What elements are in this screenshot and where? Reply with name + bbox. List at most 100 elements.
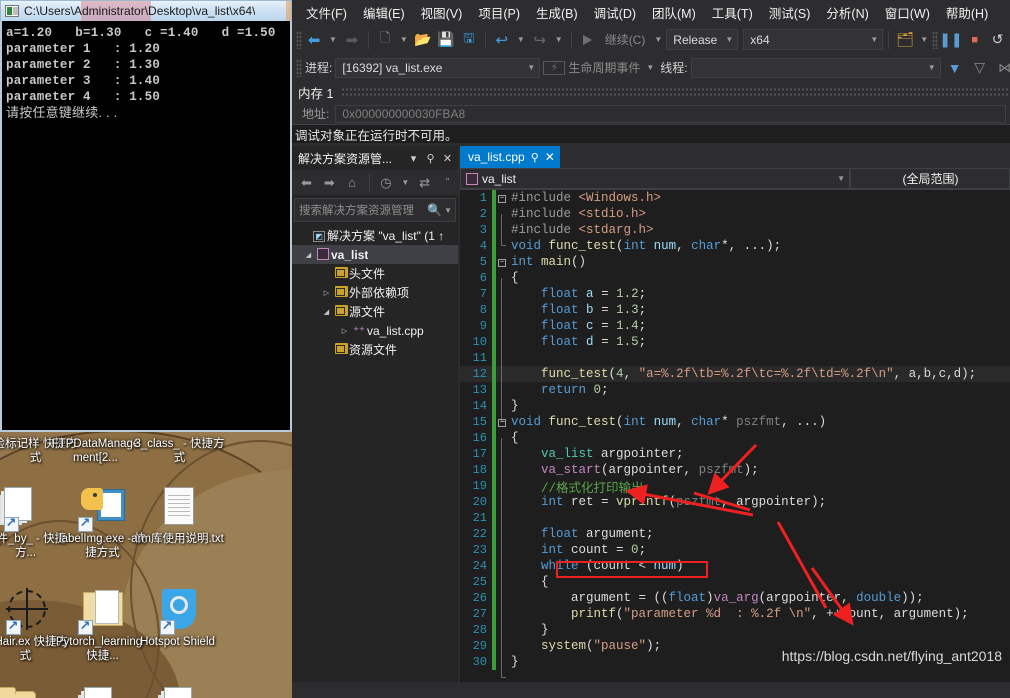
navigate-forward-icon[interactable]: ➡ <box>341 29 363 51</box>
desktop-icon[interactable]: arm库使用说明.txt <box>130 485 225 546</box>
code-line[interactable]: 12 func_test(4, "a=%.2f\tb=%.2f\tc=%.2f\… <box>460 366 1010 390</box>
attach-process-icon[interactable]: 🗂 <box>894 29 916 51</box>
tab-va-list-cpp[interactable]: va_list.cpp ⚲ ✕ <box>460 146 560 168</box>
expander-icon[interactable]: ▷ <box>338 327 351 335</box>
configuration-combo[interactable]: Release ▼ <box>666 29 739 50</box>
restart-icon[interactable]: ↺ <box>987 29 1009 51</box>
code-line[interactable]: 27 printf("parameter %d : %.2f \n", ++co… <box>460 606 1010 630</box>
platform-combo[interactable]: x64 ▼ <box>743 29 884 50</box>
code-line[interactable]: 17 va_list argpointer; <box>460 446 1010 470</box>
chevron-down-icon[interactable]: ▼ <box>326 35 340 44</box>
home-icon[interactable]: ⌂ <box>342 173 363 193</box>
tree-item-project[interactable]: ◢ va_list <box>292 245 458 264</box>
code-line[interactable]: 9 float c = 1.4; <box>460 318 1010 342</box>
address-input[interactable]: 0x000000000030FBA8 <box>335 104 1006 123</box>
code-line[interactable]: 15− void func_test(int num, char* pszfmt,… <box>460 414 1010 430</box>
break-all-icon[interactable]: ❚❚ <box>939 29 962 51</box>
code-surface[interactable]: 1− #include <Windows.h> 2 #include <stdio.h… <box>460 190 1010 682</box>
thread-combo[interactable]: ▼ <box>690 57 941 78</box>
code-line[interactable]: 24 while (count < num) <box>460 558 1010 582</box>
collapse-icon[interactable]: − <box>496 193 508 203</box>
code-line[interactable]: 19 //格式化打印输出 <box>460 478 1010 502</box>
chevron-down-icon[interactable]: ▼ <box>643 63 657 72</box>
toolbar-grip[interactable] <box>932 30 939 49</box>
toolbar-grip[interactable] <box>296 30 302 49</box>
code-line[interactable]: 23 int count = 0; <box>460 542 1010 566</box>
code-line[interactable]: 3 #include <stdarg.h> <box>460 222 1010 246</box>
overflow-icon[interactable]: ” <box>437 173 458 193</box>
menu-item-edit[interactable]: 编辑(E) <box>355 0 413 25</box>
lifecycle-events-icon[interactable]: ⚡ <box>543 60 566 75</box>
navigate-back-icon[interactable]: ⬅ <box>303 29 325 51</box>
back-icon[interactable]: ⬅ <box>296 173 317 193</box>
chevron-down-icon[interactable]: ▼ <box>917 35 931 44</box>
code-line[interactable]: 16 { <box>460 430 1010 454</box>
code-line[interactable]: 26 argument = ((float)va_arg(argpointer,… <box>460 590 1010 614</box>
menu-item-analyze[interactable]: 分析(N) <box>818 0 876 25</box>
menu-item-tools[interactable]: 工具(T) <box>704 0 761 25</box>
stop-debugging-icon[interactable]: ■ <box>964 29 986 51</box>
pending-changes-icon[interactable]: ◷ <box>376 173 397 193</box>
code-line[interactable]: 14} <box>460 398 1010 422</box>
save-icon[interactable]: 💾 <box>435 29 457 51</box>
undo-icon[interactable]: ↩ <box>491 29 513 51</box>
solution-explorer-search[interactable]: 搜索解决方案资源管理 🔍 ▼ <box>294 198 456 222</box>
chevron-down-icon[interactable]: ▼ <box>514 35 528 44</box>
tree-item-external-deps[interactable]: ▷ 外部依赖项 <box>292 283 458 302</box>
code-line[interactable]: 22 float argument; <box>460 526 1010 550</box>
windows-desktop[interactable]: 检标记样 快捷方式 FTPDataManagement[2... 3_class… <box>0 0 292 698</box>
scope-member-combo[interactable]: (全局范围) <box>850 168 1010 189</box>
code-line[interactable]: 20 int ret = vprintf(pszfmt, argpointer)… <box>460 494 1010 518</box>
code-line[interactable]: 4 void func_test(int num, char*, ...); <box>460 238 1010 254</box>
collapse-icon[interactable]: − <box>496 417 508 427</box>
open-file-icon[interactable]: 📂 <box>412 29 434 51</box>
chevron-down-icon[interactable]: ▾ <box>407 152 420 165</box>
code-line[interactable]: 7 float a = 1.2; <box>460 286 1010 310</box>
code-line[interactable]: 1− #include <Windows.h> <box>460 190 1010 206</box>
tree-item-source-files[interactable]: ◢ 源文件 <box>292 302 458 321</box>
close-icon[interactable]: ✕ <box>545 150 555 164</box>
chevron-down-icon[interactable]: ▼ <box>444 206 455 215</box>
console-window[interactable]: C:\Users\Administrator\Desktop\va_list\x… <box>0 0 292 432</box>
lifecycle-events-label[interactable]: 生命周期事件 <box>568 59 640 76</box>
chevron-down-icon[interactable]: ▼ <box>651 35 665 44</box>
menu-item-window[interactable]: 窗口(W) <box>877 0 938 25</box>
sync-icon[interactable]: ⇄ <box>414 173 435 193</box>
chevron-down-icon[interactable]: ▼ <box>397 35 411 44</box>
flag-toggle-icon[interactable]: ⋈ <box>994 57 1010 79</box>
continue-button[interactable]: 继续(C) <box>600 31 651 48</box>
pin-icon[interactable]: ⚲ <box>424 152 437 165</box>
tree-item-header-files[interactable]: 头文件 <box>292 264 458 283</box>
new-project-icon[interactable]: 🗋 <box>374 29 396 51</box>
redo-icon[interactable]: ↪ <box>529 29 551 51</box>
search-icon[interactable]: 🔍 <box>425 203 444 217</box>
tree-item-resource-files[interactable]: 资源文件 <box>292 340 458 359</box>
toolbar-grip[interactable] <box>296 58 302 77</box>
code-line[interactable]: 28 } <box>460 622 1010 646</box>
code-line[interactable]: 2 #include <stdio.h> <box>460 206 1010 230</box>
filter-flagged-icon[interactable]: ▽ <box>969 57 991 79</box>
menu-item-team[interactable]: 团队(M) <box>644 0 704 25</box>
menu-item-help[interactable]: 帮助(H) <box>938 0 996 25</box>
menu-item-test[interactable]: 测试(S) <box>761 0 819 25</box>
console-titlebar[interactable]: C:\Users\Administrator\Desktop\va_list\x… <box>0 0 292 21</box>
tree-item-va-list-cpp[interactable]: ▷ ⁺⁺ va_list.cpp <box>292 321 458 340</box>
collapse-icon[interactable]: − <box>496 257 508 267</box>
desktop-icon[interactable]: FTPDataManagement[2... <box>48 437 143 465</box>
close-icon[interactable]: ✕ <box>441 152 454 165</box>
code-line[interactable]: 25 { <box>460 574 1010 598</box>
code-line[interactable]: 8 float b = 1.3; <box>460 302 1010 326</box>
desktop-icon[interactable]: Hotspot Shield <box>130 588 225 649</box>
menu-item-build[interactable]: 生成(B) <box>528 0 586 25</box>
code-line[interactable]: 13 return 0; <box>460 382 1010 406</box>
scope-type-combo[interactable]: va_list ▼ <box>460 168 850 189</box>
code-line[interactable]: 21 <box>460 510 1010 534</box>
menu-item-project[interactable]: 项目(P) <box>470 0 528 25</box>
chevron-down-icon[interactable]: ▼ <box>398 178 412 187</box>
menu-item-debug[interactable]: 调试(D) <box>586 0 644 25</box>
tree-item-solution[interactable]: ◩ 解决方案 "va_list" (1 ↑ <box>292 226 458 245</box>
menu-item-file[interactable]: 文件(F) <box>298 0 355 25</box>
forward-icon[interactable]: ➡ <box>319 173 340 193</box>
code-line[interactable]: 10 float d = 1.5; <box>460 334 1010 358</box>
expander-icon[interactable]: ▷ <box>320 289 333 297</box>
